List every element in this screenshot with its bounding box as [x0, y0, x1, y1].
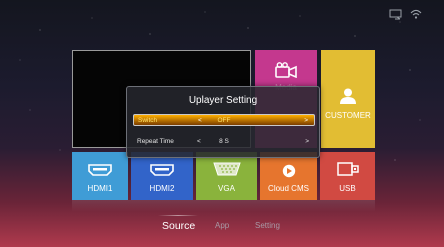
vga-tile[interactable]: VGA — [196, 152, 257, 200]
usb-label: USB — [339, 184, 356, 193]
hdmi-port-icon — [131, 164, 193, 176]
bottom-nav: Source App Setting — [0, 219, 444, 233]
tab-app[interactable]: App — [215, 219, 229, 233]
status-bar — [389, 9, 422, 20]
wifi-icon — [410, 9, 422, 20]
switch-right-arrow[interactable]: > — [304, 117, 308, 124]
vga-port-icon — [196, 162, 257, 176]
vga-label: VGA — [218, 184, 235, 193]
cloud-cms-tile[interactable]: Cloud CMS — [260, 152, 317, 200]
customer-tile[interactable]: CUSTOMER — [321, 50, 375, 148]
switch-value: OFF — [217, 117, 231, 124]
video-camera-icon — [255, 62, 317, 78]
repeat-time-value: 8 S — [219, 138, 229, 145]
uplayer-setting-dialog: Uplayer Setting Switch < OFF > Repeat Ti… — [126, 86, 320, 158]
switch-row[interactable]: Switch < OFF > — [133, 114, 315, 126]
customer-label: CUSTOMER — [325, 111, 371, 120]
active-tab-indicator — [158, 215, 198, 216]
hdmi2-label: HDMI2 — [149, 184, 175, 193]
repeat-time-row[interactable]: Repeat Time < 8 S > — [133, 136, 315, 148]
tile-reflection — [72, 200, 375, 212]
usb-icon — [320, 162, 375, 176]
screen-cast-icon — [389, 9, 403, 20]
tab-setting[interactable]: Setting — [255, 219, 280, 233]
hdmi2-tile[interactable]: HDMI2 — [131, 152, 193, 200]
cloud-cms-label: Cloud CMS — [268, 184, 309, 193]
usb-tile[interactable]: USB — [320, 152, 375, 200]
tab-source[interactable]: Source — [162, 219, 195, 233]
hdmi-port-icon — [72, 164, 128, 176]
repeat-time-right-arrow[interactable]: > — [305, 138, 309, 145]
cloud-icon — [260, 164, 317, 178]
hdmi1-label: HDMI1 — [87, 184, 113, 193]
dialog-title: Uplayer Setting — [188, 95, 258, 106]
person-icon — [321, 88, 375, 104]
hdmi1-tile[interactable]: HDMI1 — [72, 152, 128, 200]
